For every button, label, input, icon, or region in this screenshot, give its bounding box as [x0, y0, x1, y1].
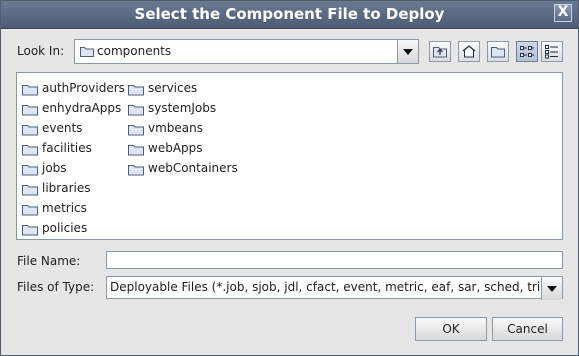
folder-icon — [22, 165, 38, 176]
folder-icon — [128, 105, 144, 116]
file-list[interactable]: authProviders enhydraApps events facilit… — [16, 72, 563, 240]
file-chooser-dialog: Select the Component File to Deploy X Lo… — [0, 0, 579, 356]
new-folder-button[interactable] — [487, 41, 509, 62]
folder-icon — [80, 47, 94, 57]
file-name-input[interactable] — [106, 251, 563, 269]
folder-icon — [22, 85, 38, 96]
folder-icon — [128, 145, 144, 156]
details-view-icon — [545, 45, 558, 59]
list-view-button[interactable] — [516, 41, 538, 62]
folder-icon — [128, 85, 144, 96]
close-button[interactable]: X — [554, 4, 572, 22]
dialog-title: Select the Component File to Deploy — [134, 5, 445, 23]
files-of-type-value: Deployable Files (*.job, sjob, jdl, cfac… — [110, 280, 553, 294]
folder-icon — [22, 145, 38, 156]
folder-icon — [22, 205, 38, 216]
details-view-button[interactable] — [541, 41, 563, 62]
title-bar[interactable]: Select the Component File to Deploy X — [1, 1, 578, 29]
folder-icon — [22, 185, 38, 196]
folder-icon — [22, 125, 38, 136]
folder-icon — [22, 225, 38, 236]
file-name-label: File Name: — [17, 254, 81, 268]
look-in-combobox[interactable]: components — [74, 39, 419, 64]
cancel-button[interactable]: Cancel — [492, 317, 563, 341]
home-icon — [462, 45, 476, 58]
files-of-type-dropdown-button[interactable] — [541, 277, 562, 300]
chevron-down-icon — [547, 286, 557, 292]
look-in-dropdown-button[interactable] — [397, 40, 418, 63]
folder-up-icon — [433, 47, 447, 58]
look-in-label: Look In: — [17, 44, 65, 58]
ok-button[interactable]: OK — [415, 317, 487, 341]
chevron-down-icon — [403, 49, 413, 55]
new-folder-icon — [491, 47, 505, 58]
files-of-type-combobox[interactable]: Deployable Files (*.job, sjob, jdl, cfac… — [106, 276, 563, 300]
list-view-icon — [520, 46, 534, 57]
files-of-type-label: Files of Type: — [17, 280, 95, 294]
look-in-value: components — [97, 44, 172, 58]
folder-icon — [128, 125, 144, 136]
folder-icon — [128, 165, 144, 176]
home-button[interactable] — [458, 41, 480, 62]
close-icon: X — [557, 4, 569, 20]
up-one-level-button[interactable] — [429, 41, 451, 62]
folder-icon — [22, 105, 38, 116]
